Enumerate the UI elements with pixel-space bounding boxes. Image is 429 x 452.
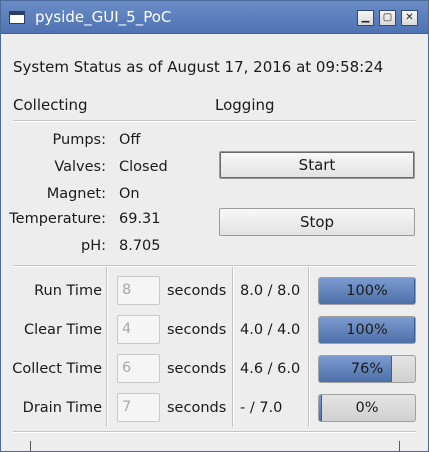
column-separator-2 [232, 267, 234, 427]
drain-time-progress-bar: 0% [318, 394, 416, 422]
valves-value: Closed [119, 159, 168, 175]
run-time-separator: / [267, 283, 273, 299]
column-separator-3 [308, 267, 310, 427]
collect-time-separator: / [267, 361, 273, 377]
run-time-elapsed: 8.0 [240, 283, 264, 299]
run-time-label: Run Time [34, 283, 102, 299]
clear-time-total: 4.0 [277, 322, 301, 338]
divider-top [13, 120, 416, 122]
drain-time-progress-label: 0% [355, 400, 379, 416]
collect-time-unit: seconds [167, 361, 227, 377]
run-time-progress-bar: 100% [318, 277, 416, 305]
run-time-unit: seconds [167, 283, 227, 299]
collect-time-label: Collect Time [12, 361, 102, 377]
clear-time-separator: / [267, 322, 273, 338]
collect-time-elapsed: 4.6 [240, 361, 264, 377]
drain-time-total: 7.0 [259, 400, 283, 416]
main-panel: System Status as of August 17, 2016 at 0… [2, 35, 427, 451]
collect-time-progress-label: 76% [350, 361, 384, 377]
temperature-value: 69.31 [119, 211, 161, 227]
divider-middle [13, 265, 416, 267]
drain-time-elapsed: - [240, 400, 246, 416]
clear-time-elapsed: 4.0 [240, 322, 264, 338]
minimize-button[interactable]: ▁ [357, 10, 374, 26]
title-bar[interactable]: pyside_GUI_5_PoC ▁ ▢ ✕ [1, 1, 428, 34]
app-window: pyside_GUI_5_PoC ▁ ▢ ✕ System Status as … [0, 0, 429, 452]
collect-time-progress-bar: 76% [318, 355, 416, 383]
clear-time-input[interactable]: 4 [117, 315, 160, 344]
magnet-label: Magnet: [46, 186, 106, 202]
column-separator-1 [106, 267, 108, 427]
start-button[interactable]: Start [219, 151, 415, 179]
collect-time-input[interactable]: 6 [117, 354, 160, 383]
run-time-progress-text: 8.0 / 8.0 [240, 283, 300, 299]
clear-time-progress-label: 100% [346, 322, 388, 338]
drain-time-separator: / [249, 400, 255, 416]
window-title: pyside_GUI_5_PoC [35, 8, 172, 26]
temperature-label: Temperature: [9, 211, 106, 227]
clear-time-label: Clear Time [23, 322, 102, 338]
bottom-frame-edge [30, 441, 400, 451]
valves-label: Valves: [54, 159, 106, 175]
ph-label: pH: [81, 238, 106, 254]
drain-time-unit: seconds [167, 400, 227, 416]
clear-time-progress-bar: 100% [318, 316, 416, 344]
logging-label: Logging [215, 96, 275, 114]
run-time-input[interactable]: 8 [117, 276, 160, 305]
drain-time-input[interactable]: 7 [117, 393, 160, 422]
drain-time-label: Drain Time [22, 400, 102, 416]
close-button[interactable]: ✕ [401, 10, 418, 26]
run-time-progress-label: 100% [346, 283, 388, 299]
clear-time-progress-text: 4.0 / 4.0 [240, 322, 300, 338]
app-window-icon [9, 11, 25, 24]
collect-time-progress-text: 4.6 / 6.0 [240, 361, 300, 377]
drain-time-progress-text: - / 7.0 [240, 400, 282, 416]
collecting-label: Collecting [13, 96, 88, 114]
system-status-text: System Status as of August 17, 2016 at 0… [13, 58, 384, 76]
magnet-value: On [119, 186, 140, 202]
stop-button[interactable]: Stop [219, 208, 415, 236]
maximize-button[interactable]: ▢ [379, 10, 396, 26]
clear-time-unit: seconds [167, 322, 227, 338]
ph-value: 8.705 [119, 238, 161, 254]
pumps-label: Pumps: [52, 132, 106, 148]
run-time-total: 8.0 [277, 283, 301, 299]
divider-bottom [13, 431, 416, 433]
collect-time-total: 6.0 [277, 361, 301, 377]
pumps-value: Off [119, 132, 141, 148]
